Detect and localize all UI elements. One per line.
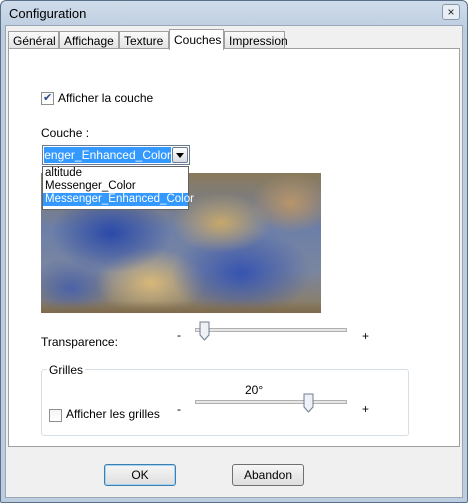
dropdown-option-messenger-enhanced-color[interactable]: Messenger_Enhanced_Color xyxy=(43,193,194,206)
chevron-down-icon[interactable] xyxy=(172,147,188,163)
tab-couches[interactable]: Couches xyxy=(169,29,224,50)
show-grids-label: Afficher les grilles xyxy=(66,407,160,421)
dropdown-option-messenger-color[interactable]: Messenger_Color xyxy=(43,180,188,193)
tab-texture[interactable]: Texture xyxy=(119,31,169,49)
transparency-plus-label: + xyxy=(362,329,370,343)
transparency-slider-thumb[interactable] xyxy=(199,321,210,341)
dialog-client: Général Affichage Texture Couches Impres… xyxy=(5,25,463,498)
dropdown-option-altitude[interactable]: altitude xyxy=(43,167,188,180)
title-bar: Configuration × xyxy=(1,1,467,27)
couche-label: Couche : xyxy=(41,126,90,140)
couche-select-value: Messenger_Enhanced_Color xyxy=(44,147,171,163)
dialog-window: Configuration × Général Affichage Textur… xyxy=(0,0,468,503)
couche-select[interactable]: Messenger_Enhanced_Color xyxy=(42,145,190,165)
show-grids-checkbox[interactable] xyxy=(49,409,62,422)
transparency-label: Transparence: xyxy=(41,335,118,349)
couches-panel: Afficher la couche Couche : Messenger_En… xyxy=(8,48,460,447)
window-title: Configuration xyxy=(9,6,87,21)
cancel-button[interactable]: Abandon xyxy=(232,464,304,486)
show-layer-label: Afficher la couche xyxy=(58,91,154,105)
ok-button[interactable]: OK xyxy=(104,464,176,486)
tab-affichage[interactable]: Affichage xyxy=(59,31,119,49)
close-button[interactable]: × xyxy=(442,4,460,20)
tab-impression[interactable]: Impression xyxy=(224,31,288,49)
transparency-minus-label: - xyxy=(177,328,181,342)
grids-plus-label: + xyxy=(362,402,370,416)
couche-dropdown-list: altitude Messenger_Color Messenger_Enhan… xyxy=(42,166,194,210)
show-layer-checkbox[interactable] xyxy=(41,91,54,105)
tab-general[interactable]: Général xyxy=(8,31,59,49)
close-icon: × xyxy=(447,5,455,19)
grids-minus-label: - xyxy=(177,402,181,416)
transparency-slider-track[interactable] xyxy=(195,328,347,332)
grids-slider-thumb[interactable] xyxy=(303,393,314,413)
grids-value-label: 20° xyxy=(245,383,264,397)
grids-group-title: Grilles xyxy=(47,363,86,377)
grids-slider-track[interactable] xyxy=(195,400,347,404)
